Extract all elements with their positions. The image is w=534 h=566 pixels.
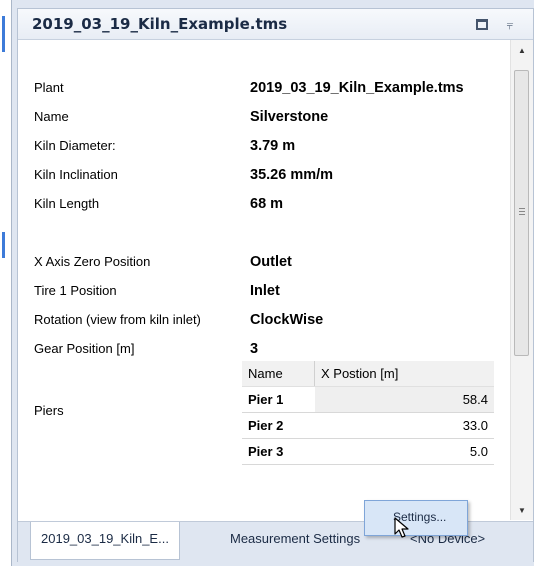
table-row[interactable]: Pier 3 5.0 (242, 438, 494, 465)
tab-kiln-file[interactable]: 2019_03_19_Kiln_E... (30, 522, 180, 560)
property-label: Name (34, 109, 69, 124)
tab-label: Measurement Settings (230, 531, 361, 546)
property-value: Silverstone (250, 109, 329, 125)
scroll-down-arrow-icon[interactable]: ▼ (511, 502, 533, 520)
property-value: 3.79 m (250, 138, 296, 154)
mouse-cursor-icon (394, 517, 409, 538)
property-value: 35.26 mm/m (250, 167, 334, 183)
pier-name-cell[interactable]: Pier 3 (242, 438, 315, 465)
vertical-scrollbar[interactable]: ▲ ▼ (510, 40, 533, 520)
table-row[interactable]: Pier 1 58.4 (242, 386, 494, 413)
table-row[interactable]: Pier 2 33.0 (242, 412, 494, 439)
scroll-up-arrow-icon[interactable]: ▲ (511, 42, 533, 60)
tab-label: 2019_03_19_Kiln_E... (41, 531, 169, 546)
pier-name-cell[interactable]: Pier 2 (242, 412, 315, 439)
property-label: Piers (34, 403, 64, 418)
scrollbar-grip-icon (519, 208, 525, 209)
property-label: Plant (34, 80, 64, 95)
scrollbar-thumb[interactable] (514, 70, 529, 356)
property-label: Rotation (view from kiln inlet) (34, 312, 201, 327)
property-value: 3 (250, 341, 259, 357)
pier-x-cell[interactable]: 5.0 (314, 438, 494, 465)
property-value: 2019_03_19_Kiln_Example.tms (250, 80, 464, 96)
pier-x-cell[interactable]: 33.0 (314, 412, 494, 439)
piers-table: Name X Postion [m] Pier 1 58.4 Pier 2 33… (242, 361, 494, 465)
property-label: Gear Position [m] (34, 341, 135, 356)
property-label: Kiln Inclination (34, 167, 118, 182)
maximize-icon (476, 19, 488, 30)
left-dock-accent-top (2, 16, 5, 52)
property-value: 68 m (250, 196, 284, 212)
column-header-name[interactable]: Name (242, 361, 315, 387)
property-value: Inlet (250, 283, 280, 299)
maximize-button[interactable] (474, 16, 490, 32)
property-value: Outlet (250, 254, 292, 270)
pin-icon: ⫧ (506, 18, 514, 32)
piers-table-header: Name X Postion [m] (242, 361, 494, 387)
left-dock-strip (0, 0, 12, 566)
property-label: X Axis Zero Position (34, 254, 151, 269)
panel-title: 2019_03_19_Kiln_Example.tms (32, 15, 288, 33)
property-grid: Plant 2019_03_19_Kiln_Example.tms Name S… (18, 40, 508, 510)
properties-panel: 2019_03_19_Kiln_Example.tms ⫧ Plant 2019… (17, 8, 534, 563)
property-value: ClockWise (250, 312, 324, 328)
left-dock-accent-bottom (2, 232, 5, 258)
property-label: Kiln Length (34, 196, 100, 211)
tab-measurement-settings[interactable]: Measurement Settings (220, 522, 370, 559)
pier-x-cell[interactable]: 58.4 (314, 386, 494, 413)
pier-name-cell[interactable]: Pier 1 (242, 386, 315, 413)
context-menu: Settings... (364, 500, 468, 538)
pin-button[interactable]: ⫧ (502, 16, 518, 32)
property-label: Kiln Diameter: (34, 138, 116, 153)
property-label: Tire 1 Position (34, 283, 117, 298)
panel-titlebar: 2019_03_19_Kiln_Example.tms ⫧ (18, 9, 533, 40)
column-header-x-position[interactable]: X Postion [m] (314, 361, 494, 387)
